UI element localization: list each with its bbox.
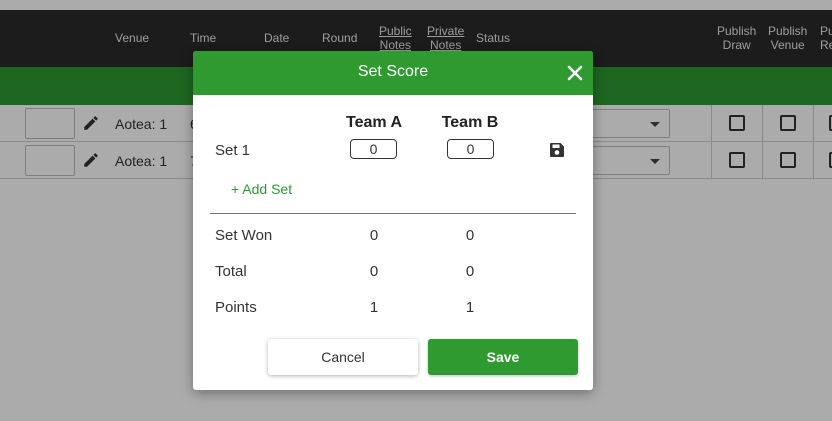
save-button[interactable]: Save [428, 339, 578, 375]
close-icon[interactable] [566, 64, 584, 82]
team-a-score-input[interactable] [350, 139, 397, 159]
add-set-link[interactable]: + Add Set [231, 181, 292, 197]
dialog-header: Set Score [193, 51, 593, 95]
team-b-heading: Team B [441, 114, 499, 131]
dialog-title: Set Score [357, 63, 429, 80]
team-b-score-input[interactable] [447, 139, 494, 159]
team-a-sets-won: 0 [369, 227, 379, 244]
team-b-points: 1 [465, 299, 475, 316]
cancel-button[interactable]: Cancel [268, 339, 418, 375]
team-a-points: 1 [369, 299, 379, 316]
save-floppy-icon[interactable] [549, 142, 565, 158]
team-a-total: 0 [369, 263, 379, 280]
team-b-total: 0 [465, 263, 475, 280]
summary-label-total: Total [215, 263, 247, 280]
set-score-dialog: Set Score Team A Team B Set 1 + Add Set … [193, 51, 593, 390]
set-label: Set 1 [215, 142, 251, 159]
team-a-heading: Team A [345, 114, 402, 131]
summary-label-points: Points [215, 299, 257, 316]
team-b-sets-won: 0 [465, 227, 475, 244]
summary-label-set-won: Set Won [215, 227, 273, 244]
divider [210, 213, 576, 214]
